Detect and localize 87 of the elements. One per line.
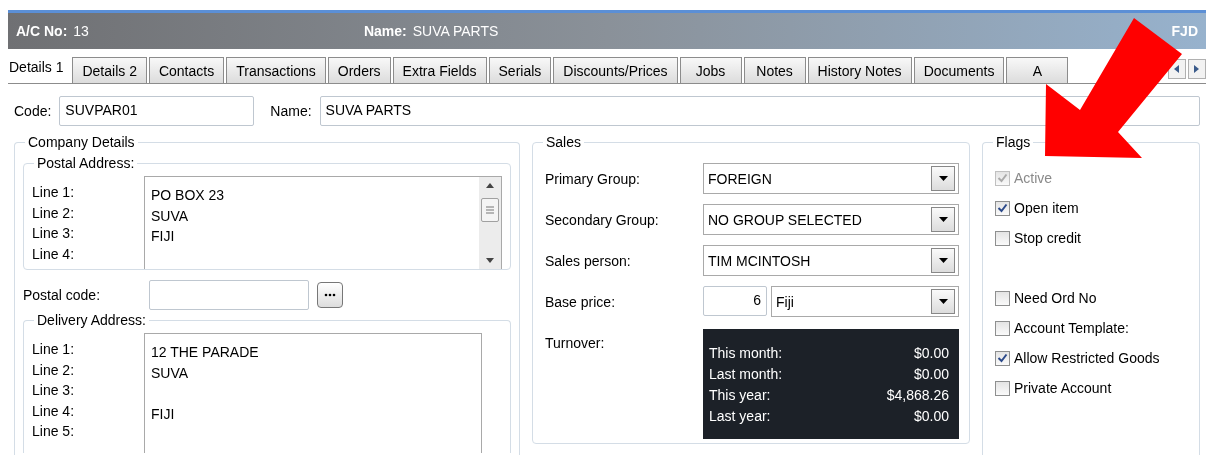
- checkbox-label: Stop credit: [1014, 230, 1081, 246]
- tab[interactable]: A: [1006, 57, 1069, 83]
- line-label: Line 2:: [32, 203, 76, 223]
- checkbox[interactable]: [995, 380, 1010, 396]
- address-line: SUVA: [151, 206, 190, 226]
- address-line: FIJI: [151, 227, 176, 246]
- line-label: Line 1:: [32, 340, 76, 359]
- group-title: Delivery Address:: [34, 311, 149, 329]
- account-name: SUVA PARTS: [412, 23, 499, 39]
- account-label: A/C No:: [16, 23, 68, 39]
- line-label: Line 1:: [32, 183, 76, 202]
- tab[interactable]: Notes: [743, 57, 806, 83]
- postal-code-field[interactable]: [149, 280, 309, 310]
- checkbox[interactable]: [995, 350, 1010, 366]
- dropdown[interactable]: NO GROUP SELECTED: [703, 204, 959, 235]
- postal-code-label: Postal code:: [23, 287, 102, 303]
- browse-button[interactable]: [317, 282, 343, 308]
- dropdown[interactable]: TIM MCINTOSH: [703, 245, 959, 276]
- checkbox-label: Active: [1014, 170, 1053, 186]
- name-label: Name:: [270, 103, 312, 119]
- address-field[interactable]: 12 THE PARADE SUVA FIJI: [144, 333, 482, 453]
- field-label: Turnover:: [545, 334, 606, 351]
- name-label: Name:: [363, 23, 407, 39]
- dropdown[interactable]: Fiji: [771, 286, 959, 317]
- up-arrow-icon: [486, 183, 494, 188]
- tab[interactable]: Serials: [488, 57, 552, 83]
- checkbox[interactable]: [995, 230, 1010, 246]
- line-label: Line 3:: [32, 381, 76, 400]
- checkbox[interactable]: [995, 320, 1010, 336]
- dropdown-arrow-icon: [938, 217, 948, 222]
- checkbox-label: Need Ord No: [1014, 290, 1097, 306]
- price-level-field[interactable]: 6: [703, 286, 767, 316]
- checkbox-label: Private Account: [1014, 380, 1112, 396]
- line-label: Line 4:: [32, 401, 76, 421]
- right-arrow-icon: [1194, 65, 1200, 73]
- field-label: Sales person:: [545, 252, 632, 269]
- left-arrow-icon: [1174, 65, 1180, 73]
- ellipsis-icon: [324, 293, 336, 297]
- tab[interactable]: Jobs: [679, 57, 742, 83]
- group-title: Flags: [993, 133, 1034, 151]
- turnover-value: $0.00: [913, 344, 949, 363]
- checkbox-label: Allow Restricted Goods: [1014, 350, 1160, 366]
- tab[interactable]: Extra Fields: [392, 57, 487, 83]
- tab[interactable]: History Notes: [807, 57, 912, 83]
- line-label: Line 3:: [32, 224, 76, 243]
- tab[interactable]: Documents: [913, 57, 1005, 83]
- dropdown[interactable]: FOREIGN: [703, 163, 959, 194]
- line-label: Line 4:: [32, 244, 76, 264]
- code-field[interactable]: SUVPAR01: [59, 96, 255, 126]
- tab[interactable]: Contacts: [148, 57, 225, 83]
- line-label: Line 2:: [32, 360, 76, 380]
- dropdown-arrow-icon: [938, 176, 948, 181]
- turnover-label: This year:: [709, 386, 771, 405]
- address-line: FIJI: [151, 404, 176, 424]
- field-label: Secondary Group:: [545, 211, 660, 228]
- line-label: Line 5:: [32, 422, 76, 441]
- checkbox[interactable]: [995, 200, 1010, 216]
- tab[interactable]: Details 2: [72, 57, 147, 83]
- account-number: 13: [73, 23, 89, 39]
- dropdown-arrow-icon: [938, 299, 948, 304]
- turnover-value: $0.00: [913, 407, 949, 426]
- scrollbar[interactable]: [479, 177, 501, 269]
- tab[interactable]: Orders: [327, 57, 391, 83]
- address-field[interactable]: PO BOX 23 SUVA FIJI: [144, 176, 502, 269]
- tab[interactable]: Transactions: [226, 57, 326, 83]
- grip-icon: [486, 206, 494, 214]
- checkbox[interactable]: [995, 290, 1010, 306]
- turnover-value: $0.00: [913, 365, 949, 384]
- down-arrow-icon: [486, 258, 494, 263]
- turnover-label: Last year:: [709, 407, 771, 426]
- address-line: 12 THE PARADE: [151, 343, 260, 362]
- name-field[interactable]: SUVA PARTS: [319, 96, 1200, 126]
- tab[interactable]: Discounts/Prices: [553, 57, 678, 83]
- checkbox-label: Account Template:: [1014, 320, 1129, 336]
- group-title: Company Details: [25, 133, 138, 151]
- address-line: PO BOX 23: [151, 186, 226, 205]
- dropdown-arrow-icon: [938, 258, 948, 263]
- code-label: Code:: [14, 103, 52, 119]
- field-label: Base price:: [545, 293, 617, 310]
- field-label: Primary Group:: [545, 170, 641, 187]
- scroll-right-button[interactable]: [1188, 59, 1206, 79]
- turnover-value: $4,868.26: [886, 386, 949, 405]
- checkbox-label: Open item: [1014, 200, 1079, 216]
- turnover-label: This month:: [709, 344, 783, 363]
- currency-code: FJD: [1171, 23, 1198, 39]
- address-line: SUVA: [151, 363, 190, 383]
- turnover-label: Last month:: [709, 365, 783, 384]
